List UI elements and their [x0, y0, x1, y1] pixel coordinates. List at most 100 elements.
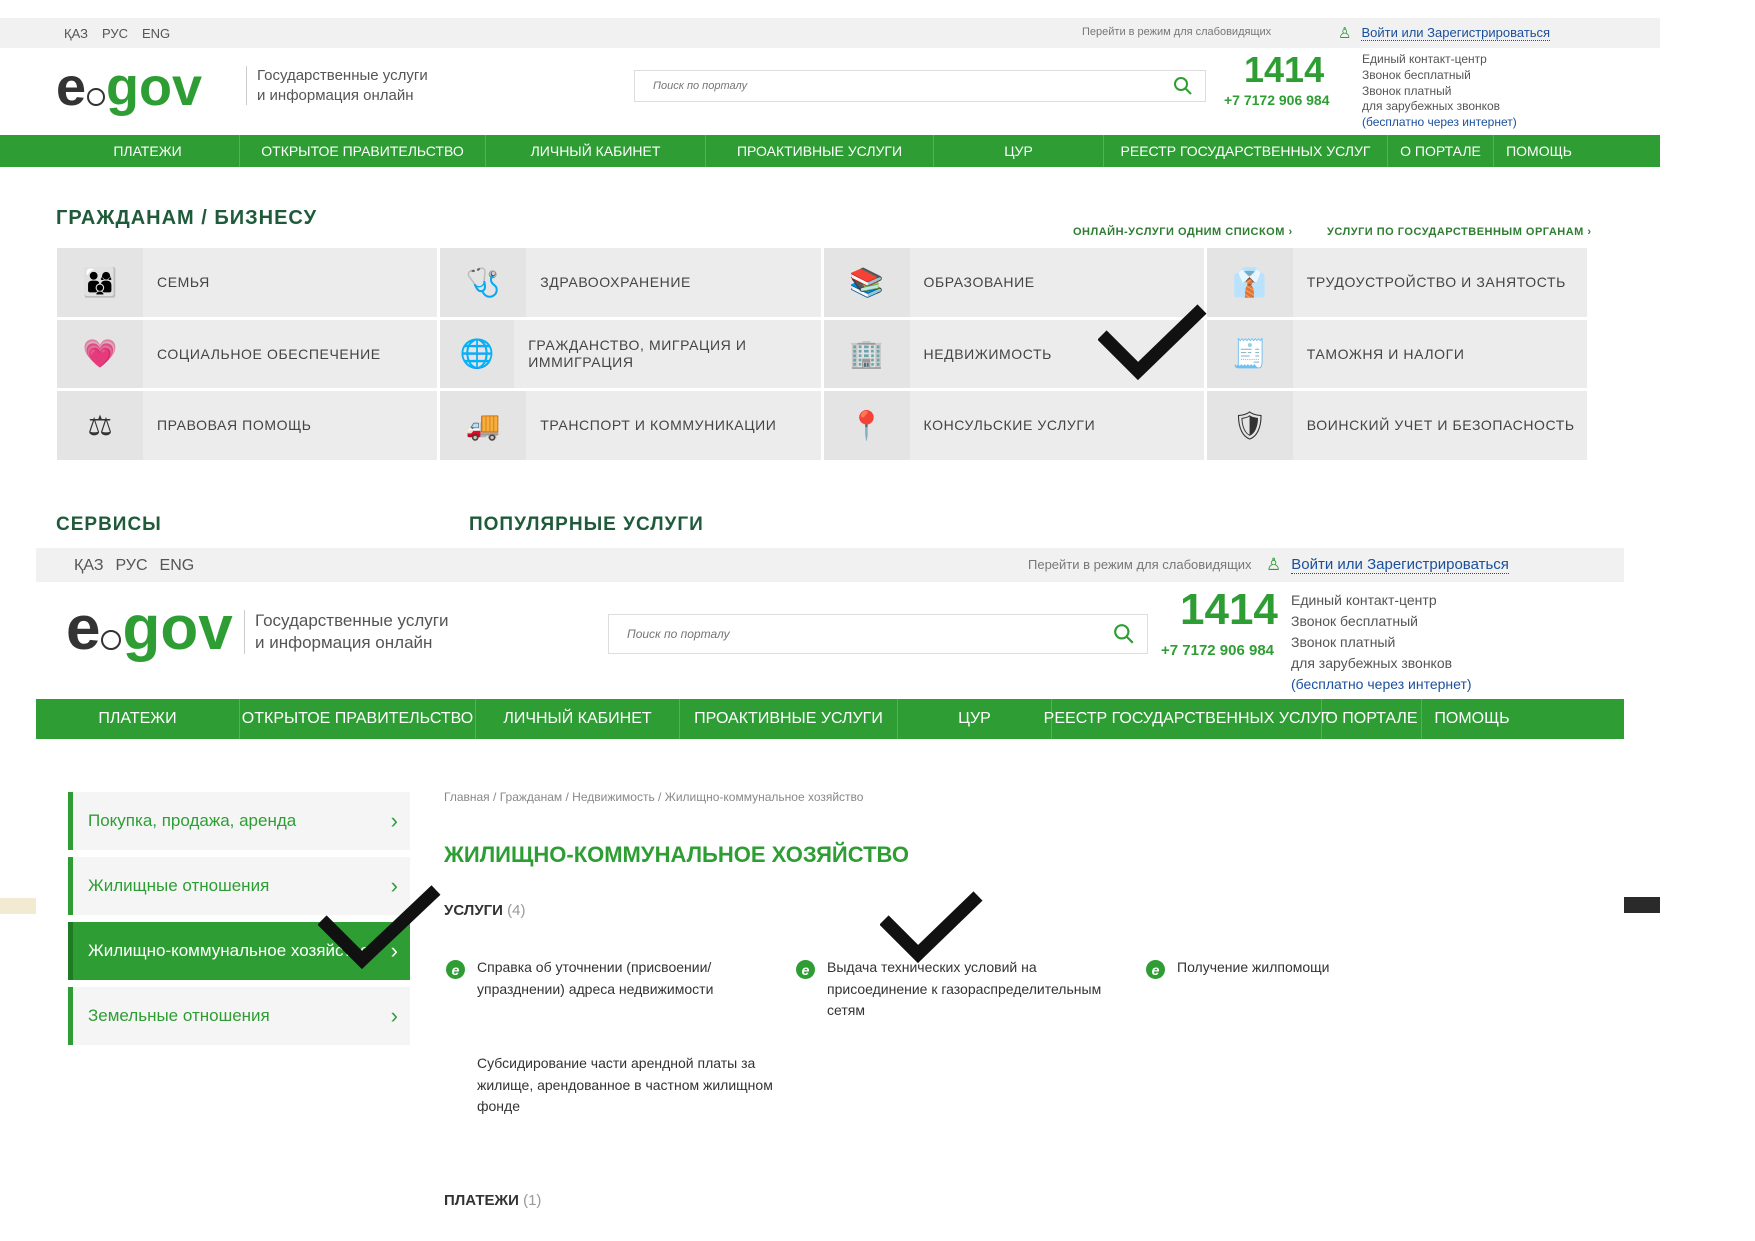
nav-services-registry[interactable]: РЕЕСТР ГОСУДАРСТВЕННЫХ УСЛУГ	[1044, 699, 1329, 739]
category-tile[interactable]: 🩺 Здравоохранение	[440, 248, 821, 317]
logo-dot-icon	[87, 88, 106, 106]
payments-heading-label: ПЛАТЕЖИ	[444, 1192, 519, 1209]
nav-proactive-services[interactable]: ПРОАКТИВНЫЕ УСЛУГИ	[680, 699, 898, 739]
nav-about[interactable]: О ПОРТАЛЕ	[1322, 699, 1422, 739]
login-label: Войти или Зарегистрироваться	[1361, 25, 1551, 41]
lang-eng[interactable]: ENG	[160, 557, 195, 575]
nav-proactive-services[interactable]: ПРОАКТИВНЫЕ УСЛУГИ	[706, 135, 934, 167]
language-switcher: ҚАЗ РУС ENG	[64, 26, 170, 41]
contact-line: для зарубежных звонков	[1362, 99, 1501, 114]
tagline: Государственные услуги и информация онла…	[246, 66, 428, 105]
lang-rus[interactable]: РУС	[102, 26, 128, 41]
category-tile[interactable]: ⚖ Правовая помощь	[57, 391, 438, 460]
chevron-right-icon: ›	[390, 1003, 398, 1028]
nav-about[interactable]: О ПОРТАЛЕ	[1388, 135, 1494, 167]
category-icon: 🛡	[1206, 391, 1293, 460]
search-input[interactable]	[625, 615, 1060, 653]
migration-icon: 🌐	[459, 338, 495, 370]
category-label: Транспорт и коммуникации	[540, 417, 777, 434]
lang-rus[interactable]: РУС	[115, 557, 147, 575]
category-icon: 💗	[57, 319, 143, 389]
checkmark-icon	[880, 891, 983, 964]
nav-payments[interactable]: ПЛАТЕЖИ	[36, 699, 240, 739]
phone-short-number: 1414	[1180, 585, 1278, 634]
service-rent-subsidy[interactable]: Субсидирование части арендной платы за ж…	[477, 1053, 777, 1118]
lang-kaz[interactable]: ҚАЗ	[74, 557, 103, 575]
services-heading-label: УСЛУГИ	[444, 902, 503, 919]
category-label: Гражданство, миграция и иммиграция	[528, 337, 747, 370]
category-tile[interactable]: 👔 Трудоустройство и занятость	[1206, 248, 1587, 317]
category-label: Семья	[157, 273, 210, 290]
chevron-right-icon: ›	[390, 808, 398, 833]
category-label: Недвижимость	[923, 345, 1052, 362]
lang-kaz[interactable]: ҚАЗ	[64, 26, 88, 41]
nav-payments[interactable]: ПЛАТЕЖИ	[0, 135, 240, 167]
popular-services-title: ПОПУЛЯРНЫЕ УСЛУГИ	[469, 514, 704, 535]
category-tile[interactable]: 🌐 Гражданство, миграция и иммиграция	[440, 319, 821, 389]
phone-long-number: +7 7172 906 984	[1224, 92, 1330, 108]
tagline-line1: Государственные услуги	[255, 611, 449, 630]
contact-note[interactable]: (бесплатно через интернет)	[1362, 115, 1517, 131]
nav-help[interactable]: ПОМОЩЬ	[1422, 699, 1522, 739]
login-link[interactable]: ♙ Войти или Зарегистрироваться	[1338, 24, 1551, 42]
tagline-line2: и информация онлайн	[255, 633, 433, 653]
consular-icon: 📍	[849, 410, 884, 442]
login-link-2[interactable]: ♙ Войти или Зарегистрироваться	[1266, 555, 1509, 575]
online-service-icon: e	[1146, 960, 1165, 979]
search-icon[interactable]	[1113, 623, 1135, 645]
category-tile[interactable]: 📍 Консульские услуги	[823, 391, 1204, 460]
logo-e: e	[56, 57, 87, 117]
tagline-line2: и информация онлайн	[257, 86, 414, 104]
sidebar-item-buy-sell-rent[interactable]: Покупка, продажа, аренда ›	[68, 792, 410, 850]
category-tile[interactable]: 🧾 Таможня и налоги	[1206, 319, 1587, 389]
breadcrumb-home[interactable]: Главная	[444, 790, 490, 804]
thumbnail-fragment	[0, 898, 36, 914]
contact-line: для зарубежных звонков	[1291, 655, 1453, 671]
education-icon: 📚	[849, 266, 884, 298]
nav-open-government[interactable]: ОТКРЫТОЕ ПРАВИТЕЛЬСТВО	[240, 135, 486, 167]
service-gas-technical-conditions[interactable]: Выдача технических условий на присоедине…	[827, 957, 1107, 1022]
nav-personal-account[interactable]: ЛИЧНЫЙ КАБИНЕТ	[476, 699, 680, 739]
logo-e: e	[66, 594, 101, 663]
search-box-2	[608, 614, 1148, 654]
low-vision-link[interactable]: Перейти в режим для слабовидящих	[1082, 26, 1271, 38]
nav-personal-account[interactable]: ЛИЧНЫЙ КАБИНЕТ	[486, 135, 706, 167]
truck-icon: 🚚	[465, 410, 501, 442]
online-service-icon: e	[796, 960, 815, 979]
sidebar-item-land-relations[interactable]: Земельные отношения ›	[68, 987, 410, 1045]
contact-note[interactable]: (бесплатно через интернет)	[1291, 674, 1472, 695]
nav-open-government[interactable]: ОТКРЫТОЕ ПРАВИТЕЛЬСТВО	[240, 699, 476, 739]
service-housing-aid[interactable]: Получение жилпомощи	[1177, 957, 1427, 979]
nav-sdg[interactable]: ЦУР	[898, 699, 1052, 739]
breadcrumb-current: Жилищно-коммунальное хозяйство	[664, 790, 864, 804]
sidebar-item-label: Земельные отношения	[88, 1006, 270, 1025]
search-input[interactable]	[651, 71, 1111, 101]
scales-icon: ⚖	[87, 410, 113, 442]
category-tile[interactable]: 💗 Социальное обеспечение	[57, 319, 438, 389]
service-address-certificate[interactable]: Справка об уточнении (присвоении/ упразд…	[477, 957, 737, 1000]
egov-logo-2[interactable]: e gov	[66, 598, 233, 660]
egov-logo[interactable]: e gov	[56, 60, 202, 114]
services-by-agency-link[interactable]: УСЛУГИ ПО ГОСУДАРСТВЕННЫМ ОРГАНАМ ›	[1327, 226, 1592, 238]
category-icon: 🧾	[1206, 319, 1293, 389]
search-box	[634, 70, 1206, 102]
nav-help[interactable]: ПОМОЩЬ	[1494, 135, 1584, 167]
customs-icon: 🧾	[1232, 338, 1268, 370]
category-tile[interactable]: 🚚 Транспорт и коммуникации	[440, 391, 821, 460]
employment-icon: 👔	[1232, 266, 1268, 298]
category-tile[interactable]: 👨‍👩‍👦 Семья	[57, 248, 438, 317]
nav-sdg[interactable]: ЦУР	[934, 135, 1104, 167]
payments-heading: ПЛАТЕЖИ (1)	[444, 1192, 541, 1209]
lang-eng[interactable]: ENG	[142, 26, 170, 41]
services-list-link[interactable]: ОНЛАЙН-УСЛУГИ ОДНИМ СПИСКОМ ›	[1073, 226, 1293, 238]
breadcrumb-realty[interactable]: Недвижимость	[572, 790, 655, 804]
low-vision-link-2[interactable]: Перейти в режим для слабовидящих	[1028, 557, 1252, 572]
category-icon: 📚	[823, 248, 910, 317]
nav-services-registry[interactable]: РЕЕСТР ГОСУДАРСТВЕННЫХ УСЛУГ	[1104, 135, 1388, 167]
search-icon[interactable]	[1173, 76, 1193, 96]
category-label: Консульские услуги	[923, 417, 1096, 434]
breadcrumb-citizens[interactable]: Гражданам	[500, 790, 562, 804]
payments-count: (1)	[523, 1192, 542, 1209]
category-tile[interactable]: 🛡 Воинский учет и безопасность	[1206, 391, 1587, 460]
sidebar-item-label: Покупка, продажа, аренда	[88, 811, 297, 830]
